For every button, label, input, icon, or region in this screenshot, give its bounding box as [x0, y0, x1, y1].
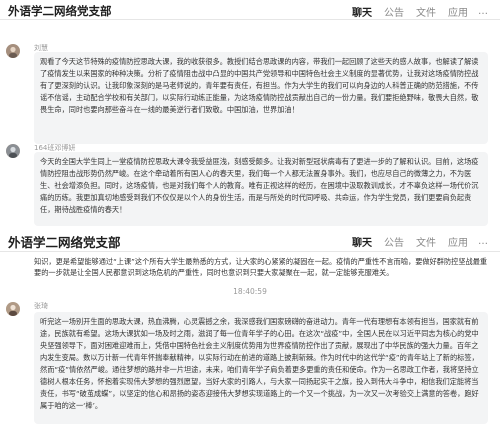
message-bubble[interactable]: 观看了今天这节特殊的疫情防控思政大课，我的收获很多。教授们结合思政课的内容，带我…: [34, 52, 488, 144]
tab-files[interactable]: 文件: [410, 4, 442, 19]
group-title: 外语学二网络党支部: [8, 235, 121, 250]
avatar[interactable]: [6, 302, 20, 316]
tab-chat[interactable]: 聊天: [346, 4, 378, 19]
tab-apps[interactable]: 应用: [442, 234, 474, 249]
avatar[interactable]: [6, 44, 20, 58]
tab-apps[interactable]: 应用: [442, 4, 474, 19]
tab-files[interactable]: 文件: [410, 234, 442, 249]
group-header-repeat: 外语学二网络党支部 聊天 公告 文件 应用 …: [0, 228, 500, 252]
tab-chat[interactable]: 聊天: [346, 234, 378, 249]
header-tabs: 聊天 公告 文件 应用 …: [346, 234, 492, 249]
header-tabs: 聊天 公告 文件 应用 …: [346, 4, 492, 19]
more-icon[interactable]: …: [474, 6, 492, 17]
group-title: 外语学二网络党支部: [8, 4, 112, 18]
message-timestamp: 18:40:59: [233, 287, 267, 296]
message-bubble-partial[interactable]: 知识，更是希望能够通过“上课”这个所有大学生最熟悉的方式，让大家的心紧紧的凝固在…: [34, 256, 488, 280]
sender-name: 张琦: [34, 302, 48, 310]
avatar[interactable]: [6, 144, 20, 158]
more-icon[interactable]: …: [474, 236, 492, 247]
tab-announcement[interactable]: 公告: [378, 234, 410, 249]
tab-announcement[interactable]: 公告: [378, 4, 410, 19]
message-bubble[interactable]: 听完这一场别开生面的思政大课，热血沸腾，心灵震撼之余，我深感我们国家磅礴的奋进动…: [34, 312, 488, 424]
group-header: 外语学二网络党支部 聊天 公告 文件 应用 …: [0, 0, 500, 20]
message-bubble[interactable]: 今天的全国大学生同上一堂疫情防控思政大课令我受益匪浅，刻感受颇多。让我对新型冠状…: [34, 152, 488, 226]
